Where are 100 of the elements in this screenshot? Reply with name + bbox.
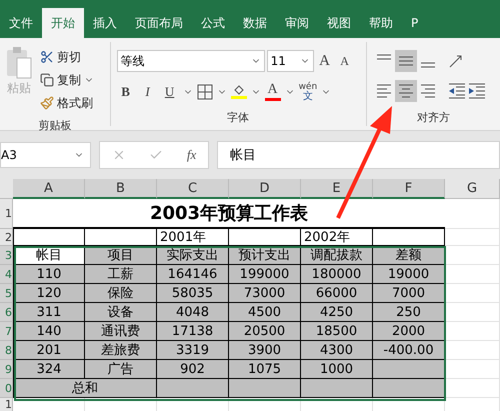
align-button[interactable] [394, 80, 417, 102]
column-header[interactable]: E [301, 179, 373, 199]
table-cell [229, 229, 301, 246]
table-cell: 4300 [301, 341, 373, 360]
align-top-icon [376, 54, 391, 60]
row-header[interactable]: 3 [0, 246, 13, 265]
shrink-font-button[interactable]: A [336, 54, 354, 68]
row-header[interactable]: 7 [0, 322, 13, 341]
format-painter-button[interactable]: 格式刷 [40, 92, 94, 114]
group-label: 剪贴板 [37, 118, 72, 134]
table-cell: 164146 [157, 265, 229, 284]
table-cell: 20500 [229, 322, 301, 341]
phonetic-button[interactable]: wén 文 [298, 82, 318, 100]
font-name-field[interactable]: 等线 [116, 50, 265, 72]
row-header[interactable]: 8 [0, 341, 13, 360]
ribbon-tab[interactable]: 插入 [84, 8, 126, 38]
ribbon-tab[interactable]: 审阅 [276, 8, 318, 38]
decrease-indent-icon [446, 82, 467, 100]
group-label: 字体 [226, 110, 250, 126]
table-cell [13, 229, 85, 246]
table-cell: 总和 [13, 379, 157, 398]
ribbon-tab[interactable]: 页面布局 [126, 8, 192, 38]
font-color-button[interactable]: A [264, 82, 281, 101]
cut-button[interactable]: 剪切 [40, 46, 94, 68]
fill-color-swatch [230, 96, 247, 99]
ribbon-tab[interactable]: P [402, 8, 428, 38]
scissors-icon [40, 50, 54, 64]
font-size-field[interactable]: 11 [266, 50, 314, 72]
table-cell: 3900 [229, 341, 301, 360]
grow-font-button[interactable]: A [316, 52, 334, 70]
row-header[interactable]: 1 [0, 398, 13, 411]
ribbon-tab[interactable]: 公式 [192, 8, 234, 38]
name-box[interactable]: A3 [0, 142, 91, 168]
table-cell: 4048 [157, 303, 229, 322]
copy-button[interactable]: 复制 [40, 69, 94, 91]
align-center-icon [398, 84, 413, 98]
table-cell: 3319 [157, 341, 229, 360]
table-cell [301, 379, 373, 398]
table-cell: 2002年 [301, 229, 373, 246]
column-header[interactable]: F [373, 179, 445, 199]
row-header[interactable]: 0 [0, 379, 13, 398]
ribbon-tab[interactable]: 帮助 [360, 8, 402, 38]
underline-button[interactable]: U [160, 84, 179, 100]
table-cell: 通讯费 [85, 322, 157, 341]
orientation-icon [448, 54, 462, 68]
table-cell: 324 [13, 360, 85, 379]
insert-function-button[interactable]: fx [186, 147, 196, 163]
ribbon-tab[interactable]: 视图 [318, 8, 360, 38]
column-header[interactable]: G [445, 179, 500, 199]
table-cell: -400.00 [373, 341, 445, 360]
table-cell: 110 [13, 265, 85, 284]
table-cell: 17138 [157, 322, 229, 341]
column-header[interactable]: B [85, 179, 157, 199]
table-cell: 311 [13, 303, 85, 322]
table-cell [373, 360, 445, 379]
paintbrush-icon [40, 96, 54, 110]
table-cell: 差旅费 [85, 341, 157, 360]
increase-indent-icon [466, 82, 487, 100]
table-cell: 4500 [229, 303, 301, 322]
row-header[interactable]: 1 [0, 199, 13, 229]
formula-field[interactable]: 帐目 [217, 141, 500, 169]
table-cell: 广告 [85, 360, 157, 379]
row-header[interactable]: 4 [0, 265, 13, 284]
table-cell: 设备 [85, 303, 157, 322]
table-cell: 58035 [157, 284, 229, 303]
italic-button[interactable]: I [138, 84, 157, 100]
table-cell: 1000 [301, 360, 373, 379]
table-cell: 140 [13, 322, 85, 341]
table-cell [229, 379, 301, 398]
table-cell: 902 [157, 360, 229, 379]
ribbon-tab[interactable]: 文件 [0, 8, 42, 38]
copy-icon [40, 73, 54, 87]
table-cell: 1075 [229, 360, 301, 379]
row-header[interactable]: 5 [0, 284, 13, 303]
clipboard-icon [5, 46, 33, 80]
align-bottom-icon [420, 62, 435, 68]
table-cell: 2001年 [157, 229, 229, 246]
table-cell: 保险 [85, 284, 157, 303]
table-cell: 18500 [301, 322, 373, 341]
ribbon-tab[interactable]: 开始 [42, 8, 84, 38]
table-cell: 7000 [373, 284, 445, 303]
table-cell: 2000 [373, 322, 445, 341]
fill-color-button[interactable] [230, 84, 247, 99]
align-left-icon [376, 84, 391, 98]
column-header[interactable]: A [13, 179, 85, 199]
row-header[interactable]: 9 [0, 360, 13, 379]
column-header[interactable]: C [157, 179, 229, 199]
table-cell: 19000 [373, 265, 445, 284]
bold-button[interactable]: B [116, 84, 135, 100]
table-cell: 180000 [301, 265, 373, 284]
font-color-swatch [264, 98, 281, 101]
column-header[interactable]: D [229, 179, 301, 199]
table-cell: 199000 [229, 265, 301, 284]
table-cell: 73000 [229, 284, 301, 303]
align-middle-icon [398, 56, 413, 66]
group-label: 对齐方 [416, 110, 451, 126]
row-header[interactable]: 6 [0, 303, 13, 322]
align-button[interactable] [394, 50, 417, 72]
ribbon-tab[interactable]: 数据 [234, 8, 276, 38]
row-header[interactable]: 2 [0, 229, 13, 246]
